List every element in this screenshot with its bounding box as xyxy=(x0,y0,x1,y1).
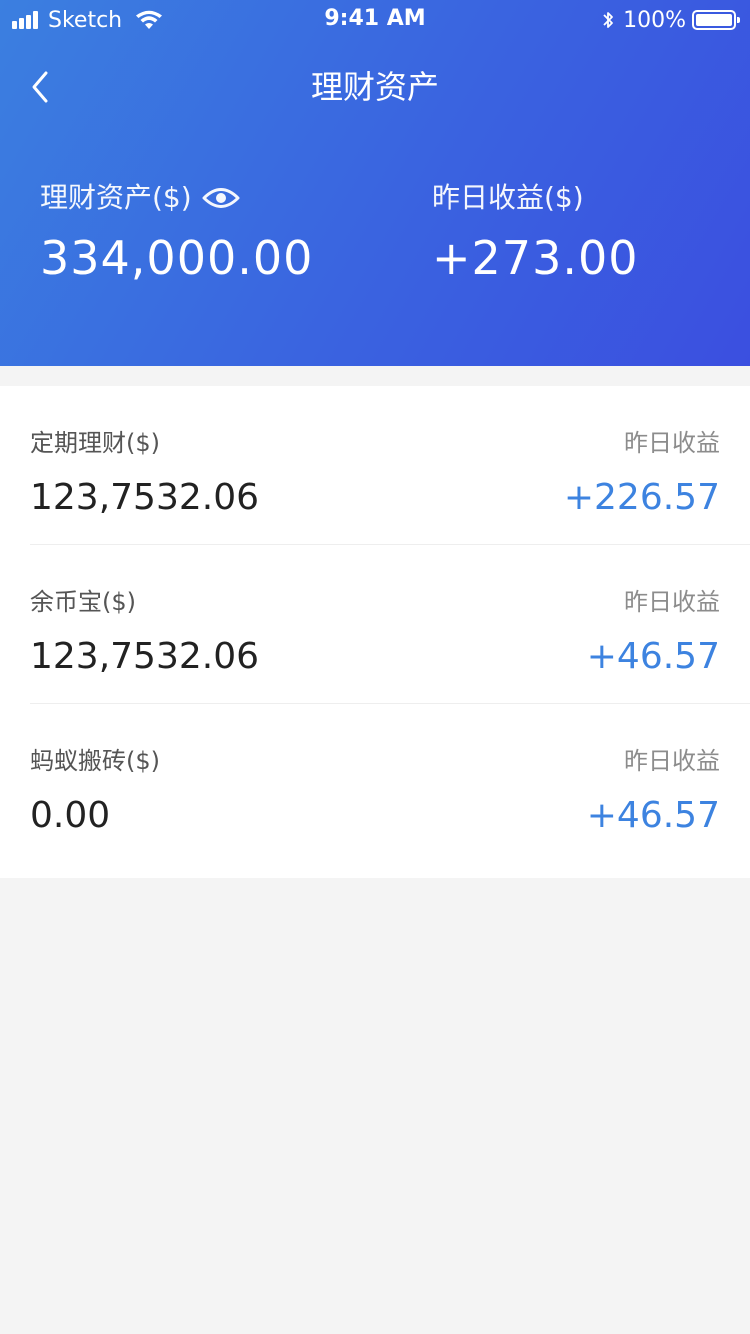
item-yesterday-label: 昨日收益 xyxy=(624,588,720,616)
list-item[interactable]: 蚂蚁搬砖($) 0.00 昨日收益 +46.57 xyxy=(30,703,750,862)
list-item[interactable]: 余币宝($) 123,7532.06 昨日收益 +46.57 xyxy=(30,544,750,703)
header-banner: Sketch 9:41 AM 100% 理财资产 理财资产($) 334,000… xyxy=(0,0,750,366)
item-yesterday-label: 昨日收益 xyxy=(624,429,720,457)
item-amount: 123,7532.06 xyxy=(30,477,260,518)
asset-list: 定期理财($) 123,7532.06 昨日收益 +226.57 余币宝($) … xyxy=(0,386,750,878)
eye-icon[interactable] xyxy=(202,185,240,211)
item-yesterday-value: +46.57 xyxy=(586,636,720,677)
item-name: 余币宝($) xyxy=(30,588,136,616)
total-assets-value: 334,000.00 xyxy=(40,231,314,285)
list-item[interactable]: 定期理财($) 123,7532.06 昨日收益 +226.57 xyxy=(0,386,750,544)
item-yesterday-label: 昨日收益 xyxy=(624,747,720,775)
total-assets-label: 理财资产($) xyxy=(40,181,192,214)
yesterday-earnings-block: 昨日收益($) +273.00 xyxy=(432,176,639,288)
status-bar: Sketch 9:41 AM 100% xyxy=(0,0,750,40)
total-assets-label-row: 理财资产($) xyxy=(40,176,313,220)
battery-icon xyxy=(692,10,740,30)
yesterday-earnings-value: +273.00 xyxy=(432,231,639,285)
item-yesterday-value: +46.57 xyxy=(586,795,720,836)
item-amount: 123,7532.06 xyxy=(30,636,260,677)
item-name: 蚂蚁搬砖($) xyxy=(30,747,160,775)
bluetooth-icon xyxy=(603,12,613,28)
battery-percent: 100% xyxy=(623,7,686,33)
item-amount: 0.00 xyxy=(30,795,111,836)
yesterday-earnings-label: 昨日收益($) xyxy=(432,181,584,214)
total-assets-block: 理财资产($) 334,000.00 xyxy=(40,176,313,288)
page-title: 理财资产 xyxy=(310,68,439,106)
item-yesterday-value: +226.57 xyxy=(563,477,720,518)
item-name: 定期理财($) xyxy=(30,429,160,457)
status-right: 100% xyxy=(601,6,740,34)
